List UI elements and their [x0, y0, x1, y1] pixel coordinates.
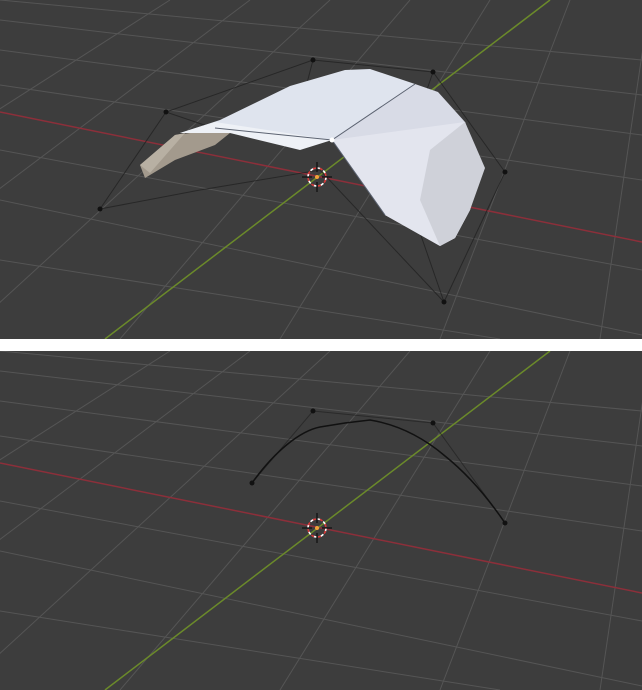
nurbs-curve[interactable] [251, 419, 506, 524]
control-point[interactable] [249, 480, 255, 486]
control-point[interactable] [430, 420, 436, 426]
viewport-divider [0, 339, 642, 351]
control-point[interactable] [163, 109, 169, 115]
control-point[interactable] [329, 137, 335, 143]
control-point[interactable] [430, 69, 436, 75]
3d-cursor-icon[interactable] [302, 162, 332, 192]
x-axis-line [0, 462, 642, 594]
control-point[interactable] [502, 520, 508, 526]
3d-cursor-icon[interactable] [302, 513, 332, 543]
viewport-bottom[interactable] [0, 351, 642, 690]
viewport-bottom-canvas[interactable] [0, 351, 642, 690]
control-point[interactable] [97, 206, 103, 212]
y-axis-line [104, 351, 551, 690]
control-polygon [251, 410, 506, 524]
control-point[interactable] [310, 57, 316, 63]
control-point[interactable] [310, 408, 316, 414]
nurbs-surface[interactable] [140, 69, 485, 246]
control-point[interactable] [441, 299, 447, 305]
viewport-top-canvas[interactable] [0, 0, 642, 339]
viewport-top[interactable] [0, 0, 642, 339]
control-point[interactable] [502, 169, 508, 175]
